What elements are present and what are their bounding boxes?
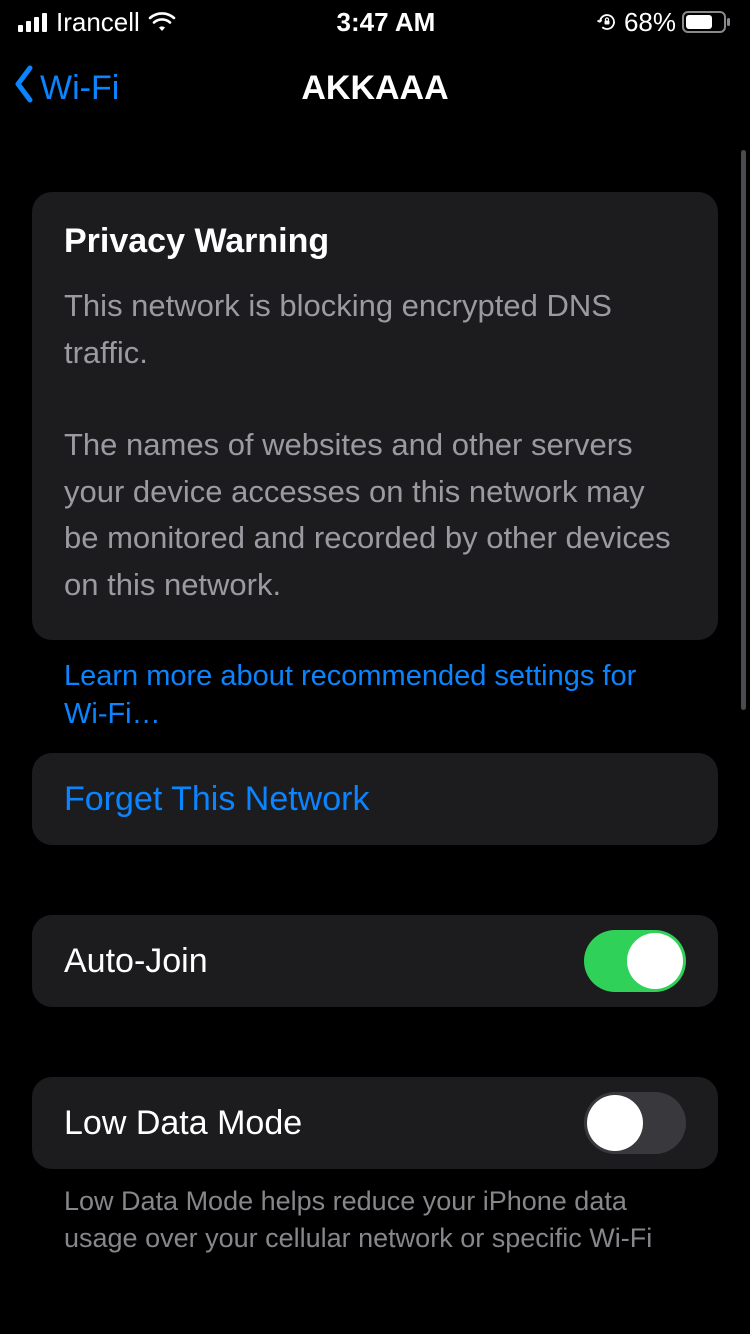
status-time: 3:47 AM xyxy=(176,7,596,38)
low-data-mode-toggle[interactable] xyxy=(584,1092,686,1154)
low-data-mode-footer: Low Data Mode helps reduce your iPhone d… xyxy=(32,1169,718,1256)
toggle-knob xyxy=(627,933,683,989)
auto-join-row: Auto-Join xyxy=(32,915,718,1007)
forget-network-button[interactable]: Forget This Network xyxy=(32,753,718,845)
content: Privacy Warning This network is blocking… xyxy=(0,132,750,1256)
warning-line-2: The names of websites and other servers … xyxy=(64,422,686,608)
privacy-warning-card: Privacy Warning This network is blocking… xyxy=(32,192,718,640)
battery-icon xyxy=(682,10,732,34)
learn-more-link[interactable]: Learn more about recommended settings fo… xyxy=(32,658,718,753)
back-label: Wi-Fi xyxy=(40,69,119,108)
auto-join-label: Auto-Join xyxy=(64,942,208,981)
forget-network-label: Forget This Network xyxy=(64,780,369,819)
warning-line-1: This network is blocking encrypted DNS t… xyxy=(64,283,686,376)
back-button[interactable]: Wi-Fi xyxy=(12,64,119,113)
orientation-lock-icon xyxy=(596,11,618,33)
wifi-icon xyxy=(148,12,176,32)
low-data-mode-label: Low Data Mode xyxy=(64,1104,302,1143)
page-title: AKKAAA xyxy=(301,69,448,108)
toggle-knob xyxy=(587,1095,643,1151)
auto-join-toggle[interactable] xyxy=(584,930,686,992)
nav-bar: Wi-Fi AKKAAA xyxy=(0,44,750,132)
carrier-label: Irancell xyxy=(56,7,140,38)
status-right: 68% xyxy=(596,7,732,38)
battery-percent: 68% xyxy=(624,7,676,38)
warning-body: This network is blocking encrypted DNS t… xyxy=(64,283,686,608)
warning-title: Privacy Warning xyxy=(64,222,686,261)
cellular-signal-icon xyxy=(18,12,48,32)
scroll-indicator[interactable] xyxy=(741,150,746,710)
status-bar: Irancell 3:47 AM 68% xyxy=(0,0,750,44)
low-data-mode-row: Low Data Mode xyxy=(32,1077,718,1169)
chevron-left-icon xyxy=(12,64,36,113)
status-left: Irancell xyxy=(18,7,176,38)
